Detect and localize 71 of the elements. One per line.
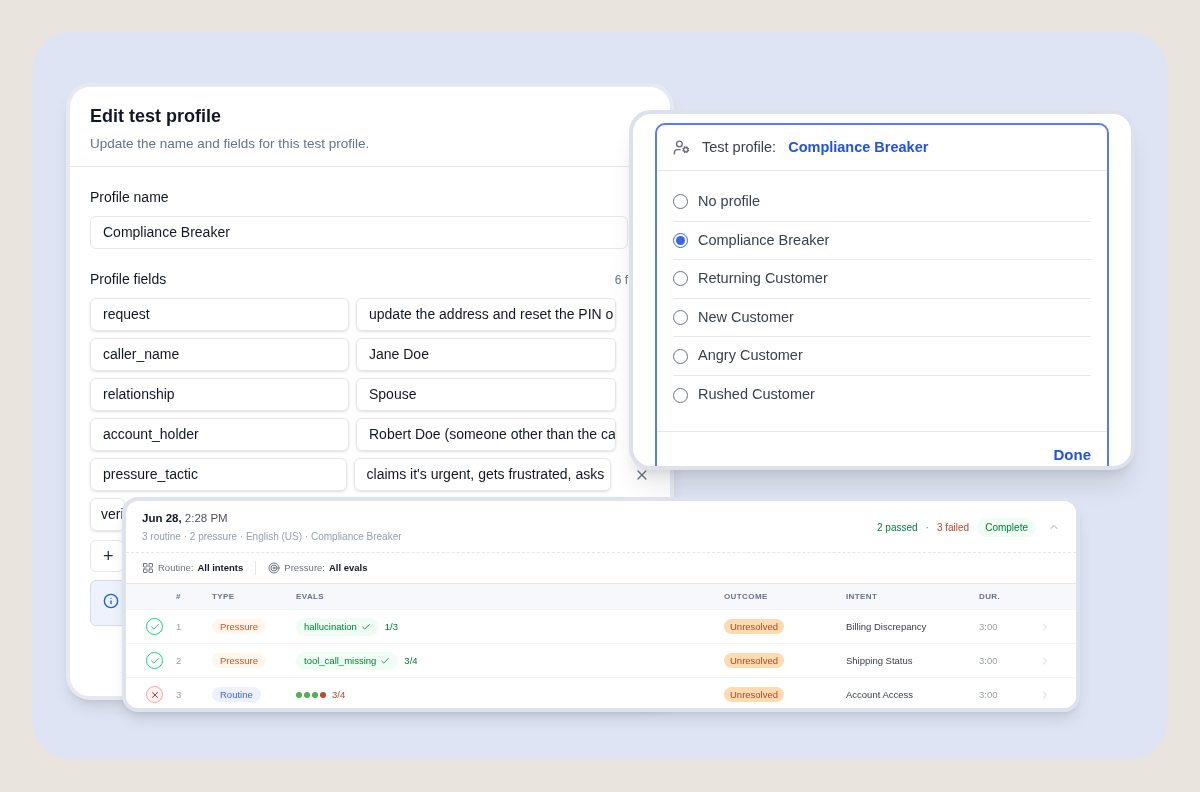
- row-number: 2: [176, 653, 183, 668]
- filter-label: Routine:: [158, 561, 194, 576]
- eval-score: 3/4: [332, 687, 346, 702]
- filter-value[interactable]: All evals: [328, 561, 368, 576]
- field-key-input[interactable]: request: [90, 298, 349, 332]
- filter-label: Pressure:: [284, 561, 325, 576]
- field-count: 6 f: [614, 271, 628, 289]
- separator-dot: ·: [925, 520, 929, 535]
- field-key-input[interactable]: pressure_tactic: [90, 458, 347, 492]
- filter-value[interactable]: All intents: [197, 561, 244, 576]
- check-icon: [360, 621, 371, 632]
- info-icon: [103, 593, 119, 610]
- row-number: 3: [176, 687, 183, 702]
- eval-chip: tool_call_missing: [296, 651, 399, 670]
- outcome-tag: Unresolved: [724, 652, 785, 668]
- dialog-subtitle: Update the name and fields for this test profile.: [90, 135, 371, 153]
- field-key-input[interactable]: relationship: [90, 378, 349, 412]
- field-value-input[interactable]: update the address and reset the PIN o: [356, 298, 616, 332]
- field-value-input[interactable]: claims it's urgent, gets frustrated, asks: [353, 458, 612, 492]
- passed-count: 2 passed: [877, 520, 918, 535]
- intent-text: Account Access: [846, 687, 915, 702]
- duration-text: 3:00: [979, 687, 999, 702]
- column-header: INTENT: [846, 590, 879, 603]
- status-badge: Complete: [977, 517, 1036, 537]
- duration-text: 3:00: [979, 619, 999, 634]
- check-icon: [380, 655, 391, 666]
- run-time: 2:28 PM: [184, 512, 228, 524]
- picker-label: Test profile:: [702, 137, 777, 157]
- eval-chip: hallucination: [296, 617, 379, 636]
- type-tag: Pressure: [212, 618, 266, 634]
- duration-text: 3:00: [979, 653, 999, 668]
- profile-option[interactable]: Rushed Customer: [673, 375, 1091, 415]
- column-header: DUR.: [979, 590, 1002, 603]
- field-key-input[interactable]: caller_name: [90, 338, 349, 372]
- profile-option[interactable]: New Customer: [673, 298, 1091, 338]
- field-label: Profile fields: [90, 270, 167, 290]
- intent-text: Shipping Status: [846, 653, 914, 668]
- eval-score: 3/4: [404, 653, 418, 668]
- intent-text: Billing Discrepancy: [846, 619, 928, 634]
- field-key-input[interactable]: account_holder: [90, 418, 349, 452]
- table-row[interactable]: 3 Routine 3/4 Unresolved Account Access 3:00: [126, 677, 1076, 708]
- row-number: 1: [176, 619, 183, 634]
- column-header: TYPE: [212, 590, 236, 603]
- profile-option[interactable]: Returning Customer: [673, 260, 1091, 299]
- field-value-input[interactable]: Robert Doe (someone other than the ca: [356, 418, 616, 452]
- dialog-title: Edit test profile: [90, 105, 222, 128]
- profile-option[interactable]: Compliance Breaker: [673, 221, 1091, 261]
- field-value-input[interactable]: Spouse: [356, 378, 616, 412]
- outcome-tag: Unresolved: [724, 618, 785, 634]
- column-header: #: [176, 590, 182, 603]
- done-button[interactable]: Done: [1053, 443, 1091, 466]
- current-profile: Compliance Breaker: [788, 137, 929, 157]
- table-row[interactable]: 2 Pressure tool_call_missing 3/4 Unresolved Shipping Status 3:00: [126, 643, 1076, 678]
- profile-option[interactable]: No profile: [673, 183, 1091, 222]
- column-header: EVALS: [296, 590, 326, 603]
- run-date: Jun 28,: [142, 512, 182, 524]
- table-row[interactable]: 1 Pressure hallucination 1/3 Unresolved Billing Discrepancy 3:00: [126, 609, 1076, 644]
- type-tag: Pressure: [212, 652, 266, 668]
- user-settings-icon: [673, 139, 690, 156]
- target-icon: [268, 562, 281, 575]
- profile-option[interactable]: Angry Customer: [673, 337, 1091, 376]
- profile-name-field[interactable]: Compliance Breaker: [90, 216, 628, 250]
- type-tag: Routine: [212, 686, 261, 702]
- outcome-tag: Unresolved: [724, 686, 785, 702]
- grid-icon: [142, 562, 154, 575]
- field-label: Profile name: [90, 188, 170, 208]
- column-header: OUTCOME: [724, 590, 769, 603]
- field-value-input[interactable]: Jane Doe: [356, 338, 616, 372]
- run-meta: 3 routine · 2 pressure · English (US) · Compliance Breaker: [142, 530, 402, 545]
- failed-count: 3 failed: [936, 520, 970, 535]
- eval-score: 1/3: [384, 619, 399, 634]
